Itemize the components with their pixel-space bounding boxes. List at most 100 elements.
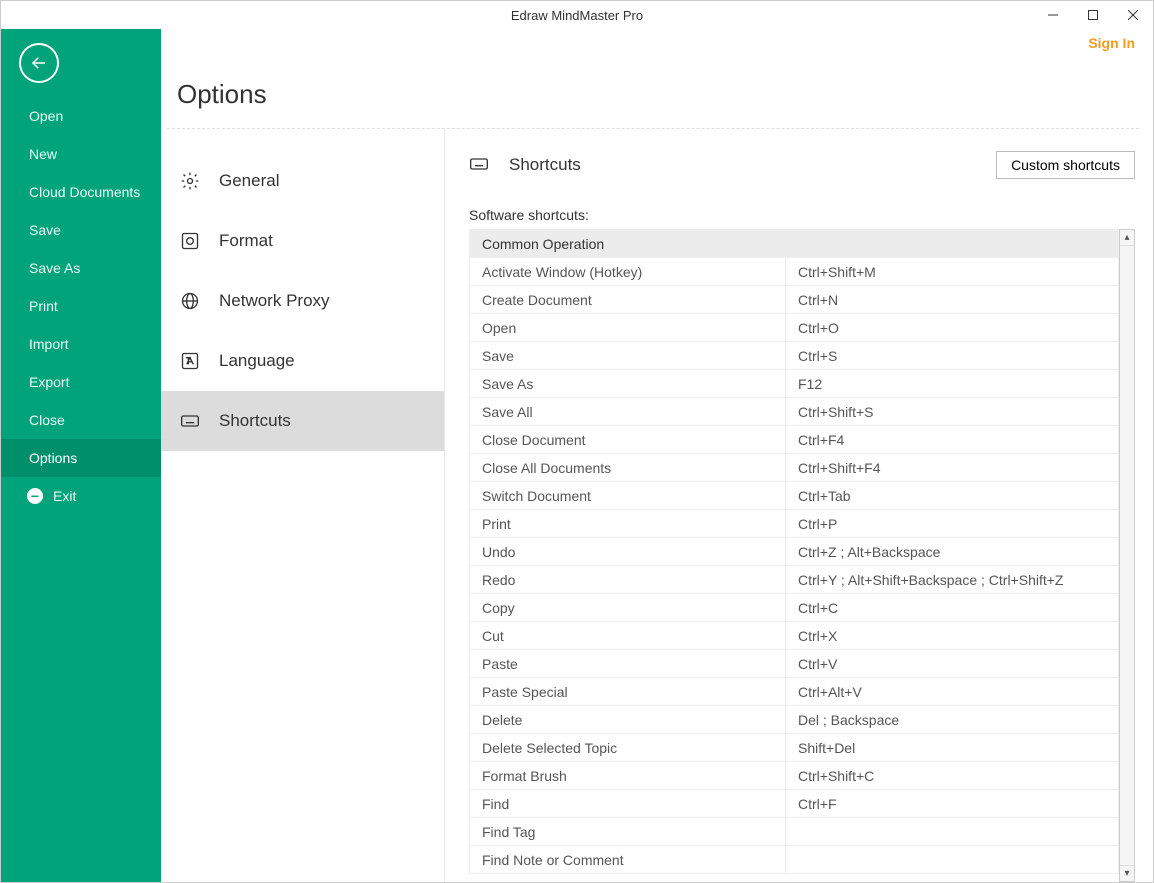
shortcut-row[interactable]: Save AllCtrl+Shift+S	[470, 398, 1119, 426]
tab-label: Format	[219, 231, 273, 251]
shortcut-row[interactable]: CutCtrl+X	[470, 622, 1119, 650]
shortcut-action: Delete	[470, 706, 786, 734]
sidebar-item-label: Import	[29, 336, 69, 352]
sidebar-item-import[interactable]: Import	[1, 325, 161, 363]
shortcut-row[interactable]: UndoCtrl+Z ; Alt+Backspace	[470, 538, 1119, 566]
shortcut-action: Paste Special	[470, 678, 786, 706]
shortcut-action: Activate Window (Hotkey)	[470, 258, 786, 286]
sidebar-item-label: Print	[29, 298, 58, 314]
panel-title: Shortcuts	[509, 155, 581, 175]
signin-link[interactable]: Sign In	[1088, 35, 1135, 51]
minimize-button[interactable]	[1033, 1, 1073, 29]
sidebar-item-close[interactable]: Close	[1, 401, 161, 439]
shortcut-row[interactable]: Activate Window (Hotkey)Ctrl+Shift+M	[470, 258, 1119, 286]
shortcut-row[interactable]: Find Tag	[470, 818, 1119, 846]
shortcut-row[interactable]: Close DocumentCtrl+F4	[470, 426, 1119, 454]
keyboard-icon	[469, 154, 491, 176]
shortcut-action: Find Tag	[470, 818, 786, 846]
shortcut-action: Redo	[470, 566, 786, 594]
keyboard-icon	[179, 410, 201, 432]
tab-label: Language	[219, 351, 295, 371]
shortcut-keys: Ctrl+Z ; Alt+Backspace	[786, 538, 1119, 566]
sidebar-item-new[interactable]: New	[1, 135, 161, 173]
shortcut-keys: Ctrl+O	[786, 314, 1119, 342]
sidebar-item-print[interactable]: Print	[1, 287, 161, 325]
shortcut-row[interactable]: FindCtrl+F	[470, 790, 1119, 818]
shortcut-keys: Ctrl+F4	[786, 426, 1119, 454]
shortcut-action: Undo	[470, 538, 786, 566]
shortcut-row[interactable]: PrintCtrl+P	[470, 510, 1119, 538]
shortcut-row[interactable]: PasteCtrl+V	[470, 650, 1119, 678]
general-icon	[179, 170, 201, 192]
format-icon	[179, 230, 201, 252]
back-button[interactable]	[19, 43, 59, 83]
tab-label: General	[219, 171, 279, 191]
sidebar-item-label: New	[29, 146, 57, 162]
shortcuts-panel: Shortcuts Custom shortcuts Software shor…	[445, 129, 1153, 882]
scroll-up-button[interactable]: ▴	[1120, 230, 1134, 246]
sidebar-item-save[interactable]: Save	[1, 211, 161, 249]
shortcuts-table-scroll[interactable]: Common OperationActivate Window (Hotkey)…	[469, 229, 1119, 882]
shortcut-row[interactable]: Switch DocumentCtrl+Tab	[470, 482, 1119, 510]
shortcut-row[interactable]: Delete Selected TopicShift+Del	[470, 734, 1119, 762]
sidebar-item-label: Export	[29, 374, 69, 390]
tab-network-proxy[interactable]: Network Proxy	[161, 271, 444, 331]
tab-format[interactable]: Format	[161, 211, 444, 271]
shortcuts-table-wrap: Common OperationActivate Window (Hotkey)…	[469, 229, 1135, 882]
shortcut-action: Copy	[470, 594, 786, 622]
shortcut-keys: Ctrl+S	[786, 342, 1119, 370]
sidebar-item-export[interactable]: Export	[1, 363, 161, 401]
shortcut-row[interactable]: DeleteDel ; Backspace	[470, 706, 1119, 734]
shortcut-keys	[786, 818, 1119, 846]
shortcut-action: Save As	[470, 370, 786, 398]
shortcut-row[interactable]: Paste SpecialCtrl+Alt+V	[470, 678, 1119, 706]
shortcut-keys: Ctrl+Shift+M	[786, 258, 1119, 286]
tab-language[interactable]: Language	[161, 331, 444, 391]
shortcut-action: Find Note or Comment	[470, 846, 786, 874]
shortcut-row[interactable]: Find Note or Comment	[470, 846, 1119, 874]
shortcut-row[interactable]: OpenCtrl+O	[470, 314, 1119, 342]
custom-shortcuts-button[interactable]: Custom shortcuts	[996, 151, 1135, 179]
shortcuts-table: Common OperationActivate Window (Hotkey)…	[469, 229, 1119, 874]
sidebar-item-cloud-documents[interactable]: Cloud Documents	[1, 173, 161, 211]
sidebar-item-open[interactable]: Open	[1, 97, 161, 135]
scroll-down-button[interactable]: ▾	[1120, 865, 1134, 881]
body: OpenNewCloud DocumentsSaveSave AsPrintIm…	[1, 29, 1153, 882]
shortcut-action: Save	[470, 342, 786, 370]
shortcut-keys	[786, 846, 1119, 874]
shortcut-action: Close All Documents	[470, 454, 786, 482]
shortcut-row[interactable]: Format BrushCtrl+Shift+C	[470, 762, 1119, 790]
sidebar-item-exit[interactable]: −Exit	[1, 477, 161, 515]
app-window: Edraw MindMaster Pro Open New Cloud Docume…	[0, 0, 1154, 883]
titlebar: Edraw MindMaster Pro	[1, 1, 1153, 29]
sidebar-item-label: Exit	[53, 488, 76, 504]
shortcut-row[interactable]: CopyCtrl+C	[470, 594, 1119, 622]
close-button[interactable]	[1113, 1, 1153, 29]
shortcut-action: Close Document	[470, 426, 786, 454]
shortcut-keys: Ctrl+Shift+S	[786, 398, 1119, 426]
shortcut-row[interactable]: RedoCtrl+Y ; Alt+Shift+Backspace ; Ctrl+…	[470, 566, 1119, 594]
sidebar-item-label: Save	[29, 222, 61, 238]
shortcut-row[interactable]: Create DocumentCtrl+N	[470, 286, 1119, 314]
sidebar: Open New Cloud Documents Save Save As Print Im…	[1, 29, 161, 882]
shortcut-action: Format Brush	[470, 762, 786, 790]
window-title: Edraw MindMaster Pro	[511, 8, 643, 23]
tab-shortcuts[interactable]: Shortcuts	[161, 391, 444, 451]
shortcut-row[interactable]: SaveCtrl+S	[470, 342, 1119, 370]
maximize-button[interactable]	[1073, 1, 1113, 29]
exit-icon: −	[27, 488, 43, 504]
sidebar-item-label: Close	[29, 412, 65, 428]
sidebar-item-options[interactable]: Options	[1, 439, 161, 477]
shortcut-row[interactable]: Close All DocumentsCtrl+Shift+F4	[470, 454, 1119, 482]
content: General Format Network Proxy Language Shortc…	[161, 129, 1153, 882]
sidebar-item-save-as[interactable]: Save As	[1, 249, 161, 287]
vertical-scrollbar[interactable]: ▴ ▾	[1119, 229, 1135, 882]
shortcut-keys: Ctrl+X	[786, 622, 1119, 650]
shortcut-row[interactable]: Save AsF12	[470, 370, 1119, 398]
tab-label: Network Proxy	[219, 291, 330, 311]
tab-general[interactable]: General	[161, 151, 444, 211]
shortcut-keys: Shift+Del	[786, 734, 1119, 762]
shortcut-action: Delete Selected Topic	[470, 734, 786, 762]
shortcut-action: Switch Document	[470, 482, 786, 510]
arrow-left-icon	[30, 54, 48, 72]
